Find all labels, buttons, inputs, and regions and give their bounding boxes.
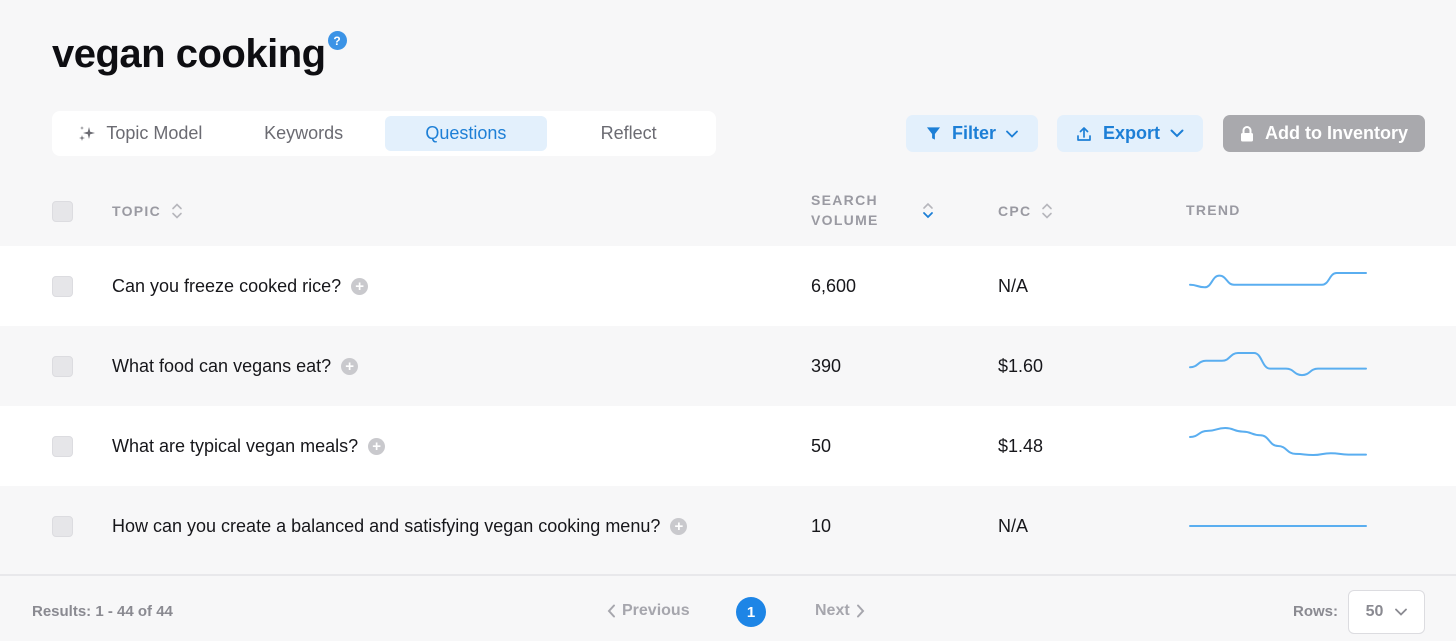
export-label: Export: [1102, 123, 1160, 143]
table-row[interactable]: What are typical vegan meals? + 50 $1.48: [0, 406, 1456, 486]
trend-cell: [1188, 406, 1370, 486]
trend-line: [1189, 426, 1367, 457]
trend-cell: [1188, 486, 1370, 566]
volume-cell: 10: [811, 515, 832, 536]
topic-cell: What are typical vegan meals? +: [112, 406, 386, 486]
column-header-topic[interactable]: TOPIC: [112, 202, 183, 220]
sort-descending-icon[interactable]: [922, 201, 934, 226]
table-row[interactable]: How can you create a balanced and satisf…: [0, 486, 1456, 566]
trend-cell: [1188, 246, 1370, 326]
header-label: SEARCH: [811, 192, 878, 208]
help-icon[interactable]: ?: [327, 31, 347, 50]
tab-label: Questions: [425, 123, 507, 143]
volume-cell: 390: [811, 355, 842, 376]
view-tabs: Topic Model Keywords Questions Reflect: [52, 111, 716, 156]
plus-icon[interactable]: +: [368, 437, 386, 455]
table-header: TOPIC SEARCH VOLUME CPC TREND: [0, 180, 1456, 246]
chevron-down-icon: [1395, 608, 1408, 616]
row-checkbox[interactable]: [52, 516, 73, 537]
next-page-button[interactable]: Next: [815, 602, 865, 620]
inventory-label: Add to Inventory: [1265, 123, 1408, 143]
lock-icon: [1240, 125, 1254, 142]
plus-icon[interactable]: +: [341, 357, 359, 375]
chevron-down-icon: [1006, 130, 1018, 138]
tab-label: Reflect: [600, 123, 657, 143]
trend-sparkline: [1189, 272, 1367, 289]
sort-icon: [1041, 202, 1053, 220]
column-header-cpc[interactable]: CPC: [998, 202, 1053, 220]
cpc-cell: $1.48: [998, 435, 1044, 456]
cpc-cell: $1.60: [998, 355, 1044, 376]
topic-cell: Can you freeze cooked rice? +: [112, 246, 369, 326]
tab-reflect[interactable]: Reflect: [547, 116, 710, 151]
trend-sparkline: [1189, 426, 1367, 457]
next-label: Next: [815, 602, 850, 619]
header-label: TOPIC: [112, 203, 162, 219]
row-checkbox[interactable]: [52, 276, 73, 297]
header-label: CPC: [998, 203, 1032, 219]
chevron-down-icon: [1170, 129, 1184, 138]
tab-topic-model[interactable]: Topic Model: [58, 116, 223, 151]
filter-label: Filter: [951, 123, 996, 143]
cpc-cell: N/A: [998, 515, 1029, 536]
plus-icon[interactable]: +: [670, 517, 688, 535]
filter-icon: [926, 126, 941, 141]
volume-cell: 50: [811, 435, 832, 456]
chevron-left-icon: [607, 604, 616, 618]
tab-label: Keywords: [264, 123, 344, 143]
page-number-button[interactable]: 1: [736, 597, 766, 627]
row-checkbox[interactable]: [52, 436, 73, 457]
topic-text[interactable]: How can you create a balanced and satisf…: [112, 516, 660, 537]
title-area: vegan cooking ?: [52, 28, 347, 80]
header-label: VOLUME: [811, 212, 879, 228]
export-button[interactable]: Export: [1057, 115, 1203, 152]
tab-label: Topic Model: [106, 123, 203, 143]
results-count: Results: 1 - 44 of 44: [32, 603, 173, 620]
topic-text[interactable]: Can you freeze cooked rice?: [112, 276, 341, 297]
pagination-bar: Results: 1 - 44 of 44 Previous 1 Next Ro…: [0, 574, 1456, 641]
volume-cell: 6,600: [811, 275, 857, 296]
topic-cell: What food can vegans eat? +: [112, 326, 359, 406]
page-title: vegan cooking: [52, 32, 326, 76]
header-label: TREND: [1186, 202, 1241, 218]
topic-text[interactable]: What are typical vegan meals?: [112, 436, 358, 457]
sparkle-icon: [78, 125, 96, 143]
column-header-search-volume[interactable]: SEARCH VOLUME: [811, 190, 879, 230]
select-all-checkbox[interactable]: [52, 201, 73, 222]
previous-page-button[interactable]: Previous: [607, 602, 690, 620]
filter-button[interactable]: Filter: [906, 115, 1038, 152]
trend-cell: [1188, 326, 1370, 406]
cpc-cell: N/A: [998, 275, 1029, 296]
trend-line: [1189, 352, 1367, 377]
sort-icon: [171, 202, 183, 220]
upload-icon: [1076, 126, 1092, 142]
row-checkbox[interactable]: [52, 356, 73, 377]
table-row[interactable]: Can you freeze cooked rice? + 6,600 N/A: [0, 246, 1456, 326]
trend-sparkline: [1189, 352, 1367, 377]
trend-line: [1189, 272, 1367, 289]
rows-value: 50: [1365, 603, 1384, 620]
tab-keywords[interactable]: Keywords: [223, 116, 385, 151]
previous-label: Previous: [622, 602, 690, 619]
tab-questions[interactable]: Questions: [384, 116, 548, 151]
topic-text[interactable]: What food can vegans eat?: [112, 356, 331, 377]
plus-icon[interactable]: +: [351, 277, 369, 295]
rows-per-page-select[interactable]: 50: [1348, 590, 1425, 634]
topic-cell: How can you create a balanced and satisf…: [112, 486, 688, 566]
rows-label: Rows:: [1293, 603, 1338, 620]
table-row[interactable]: What food can vegans eat? + 390 $1.60: [0, 326, 1456, 406]
column-header-trend: TREND: [1186, 202, 1241, 218]
trend-sparkline: [1189, 525, 1367, 527]
add-to-inventory-button[interactable]: Add to Inventory: [1223, 115, 1425, 152]
chevron-right-icon: [856, 604, 865, 618]
